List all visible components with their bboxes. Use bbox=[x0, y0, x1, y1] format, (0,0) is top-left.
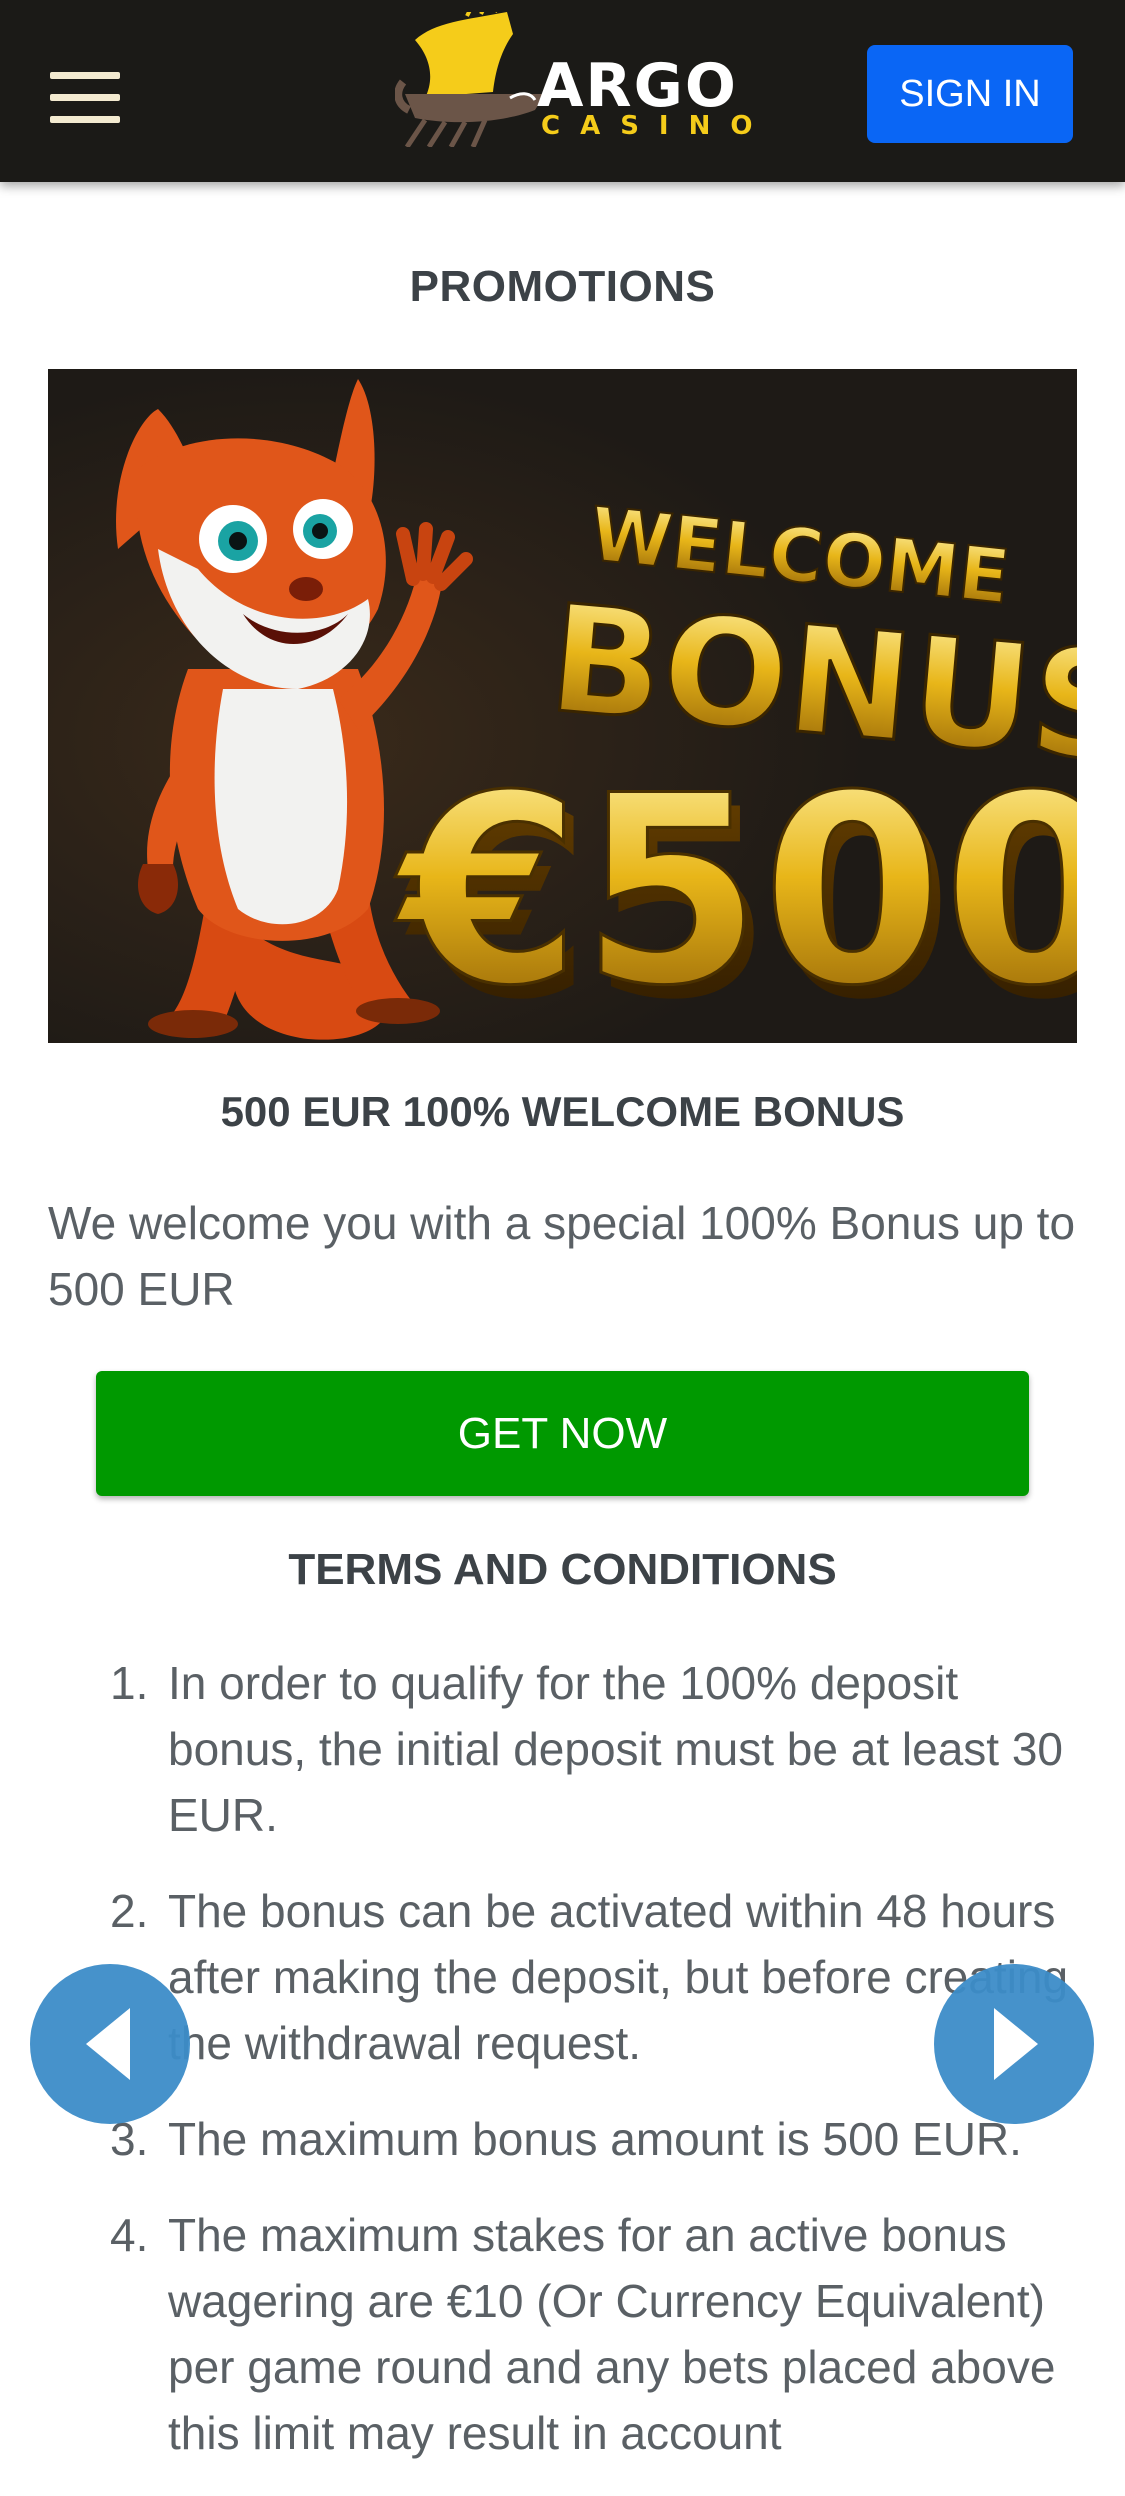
terms-item-number: 4. bbox=[110, 2209, 149, 2261]
terms-item-text: The maximum stakes for an active bonus w… bbox=[168, 2209, 1056, 2459]
welcome-bonus-banner[interactable]: WELCOME BONUS €500 €500 bbox=[48, 369, 1077, 1043]
next-arrow-button[interactable] bbox=[934, 1964, 1094, 2124]
terms-list: 1. In order to qualify for the 100% depos… bbox=[110, 1650, 1080, 2496]
terms-item-number: 2. bbox=[110, 1885, 149, 1937]
sign-in-button[interactable]: SIGN IN bbox=[867, 45, 1073, 143]
arrow-left-icon bbox=[86, 2008, 130, 2080]
terms-item-text: The maximum bonus amount is 500 EUR. bbox=[168, 2113, 1022, 2165]
terms-item-text: In order to qualify for the 100% deposit… bbox=[168, 1657, 1064, 1841]
terms-item: 4. The maximum stakes for an active bonus… bbox=[110, 2202, 1080, 2466]
banner-image: WELCOME BONUS €500 €500 bbox=[48, 369, 1077, 1043]
prev-arrow-button[interactable] bbox=[30, 1964, 190, 2124]
hamburger-icon[interactable] bbox=[50, 72, 120, 124]
logo-wordmark: ARGO bbox=[537, 51, 738, 121]
promo-description: We welcome you with a special 100% Bonus… bbox=[48, 1197, 1076, 1315]
terms-item: 3. The maximum bonus amount is 500 EUR. bbox=[110, 2106, 1080, 2172]
terms-item: 1. In order to qualify for the 100% depos… bbox=[110, 1650, 1080, 1848]
page-title: PROMOTIONS bbox=[409, 262, 716, 311]
logo-subtitle: CASINO bbox=[541, 111, 773, 141]
argo-casino-logo[interactable]: ARGO CASINO bbox=[395, 12, 752, 147]
get-now-button[interactable]: GET NOW bbox=[96, 1371, 1029, 1496]
promo-title: 500 EUR 100% WELCOME BONUS bbox=[220, 1088, 905, 1135]
terms-item-number: 1. bbox=[110, 1657, 149, 1709]
banner-amount-text: €500 bbox=[392, 741, 1077, 1043]
arrow-right-icon bbox=[994, 2008, 1038, 2080]
app-header: ARGO CASINO SIGN IN bbox=[0, 0, 1125, 182]
terms-title: TERMS AND CONDITIONS bbox=[288, 1545, 837, 1594]
